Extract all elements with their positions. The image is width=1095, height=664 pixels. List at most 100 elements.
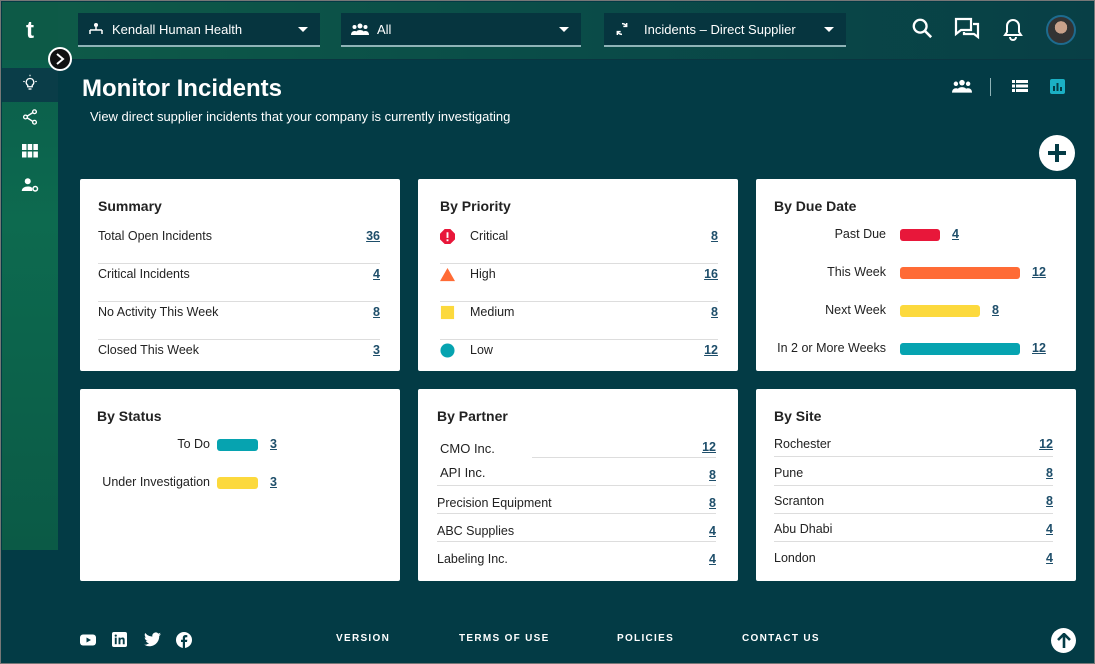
- row-label: ABC Supplies: [437, 524, 515, 538]
- list-item: Closed This Week 3: [98, 340, 380, 360]
- footer-link-version[interactable]: VERSION: [336, 633, 390, 644]
- row-value-link[interactable]: 4: [373, 264, 380, 284]
- bar-value-link[interactable]: 12: [1032, 262, 1046, 282]
- bar-label: Past Due: [834, 227, 886, 241]
- list-item: Low 12: [440, 340, 718, 360]
- chart-view-icon[interactable]: [1050, 79, 1065, 94]
- team-view-icon[interactable]: [952, 79, 972, 93]
- list-view-icon[interactable]: [1012, 79, 1028, 93]
- footer-link-contact[interactable]: CONTACT US: [742, 633, 820, 644]
- row-label: Scranton: [774, 494, 825, 508]
- bar-label: To Do: [177, 437, 210, 451]
- row-value-link[interactable]: 8: [711, 226, 718, 246]
- row-value-link[interactable]: 4: [709, 549, 716, 569]
- list-item: Total Open Incidents 36: [98, 226, 380, 264]
- row-label: Critical: [470, 229, 509, 243]
- bar: [900, 267, 1020, 279]
- row-label: London: [774, 551, 816, 565]
- bar-label: Under Investigation: [102, 475, 210, 489]
- site-card: By Site Rochester 12 Pune 8 Scranton 8 A…: [756, 389, 1076, 581]
- row-label: Medium: [470, 305, 515, 319]
- row-label: CMO Inc.: [440, 441, 495, 456]
- arrow-up-icon: [1056, 632, 1071, 648]
- row-label: High: [470, 267, 496, 281]
- chevron-down-icon: [298, 27, 308, 32]
- row-value-link[interactable]: 8: [709, 493, 716, 513]
- bar-row: This Week 12: [756, 262, 1076, 282]
- bar: [900, 229, 940, 241]
- row-value-link[interactable]: 8: [1046, 491, 1053, 511]
- search-icon[interactable]: [911, 17, 933, 39]
- row-value-link[interactable]: 4: [1046, 519, 1053, 539]
- divider: [437, 513, 716, 514]
- rail-item-grid[interactable]: [2, 136, 58, 170]
- bar-value-link[interactable]: 4: [952, 224, 959, 244]
- scroll-to-top-button[interactable]: [1051, 628, 1076, 653]
- company-select[interactable]: Kendall Human Health: [78, 13, 320, 47]
- low-circle-icon: [440, 343, 455, 358]
- linkedin-icon[interactable]: [112, 632, 127, 647]
- bar-row: In 2 or More Weeks 12: [756, 338, 1076, 358]
- youtube-icon[interactable]: [80, 632, 96, 648]
- row-value-link[interactable]: 8: [373, 302, 380, 322]
- row-value-link[interactable]: 36: [366, 226, 380, 246]
- row-label: API Inc.: [440, 465, 486, 480]
- collapse-rail-button[interactable]: [48, 47, 72, 71]
- bar-value-link[interactable]: 8: [992, 300, 999, 320]
- row-value-link[interactable]: 4: [709, 521, 716, 541]
- view-separator: [990, 78, 991, 96]
- group-select-value: All: [377, 21, 392, 37]
- group-select[interactable]: All: [341, 13, 581, 47]
- bell-icon[interactable]: [1003, 17, 1023, 41]
- card-title: By Site: [774, 408, 822, 424]
- facebook-icon[interactable]: [176, 632, 192, 648]
- view-select[interactable]: Incidents – Direct Supplier: [604, 13, 846, 47]
- row-value-link[interactable]: 12: [1039, 434, 1053, 454]
- avatar[interactable]: [1046, 15, 1076, 45]
- bar-value-link[interactable]: 3: [270, 434, 277, 454]
- footer-link-terms[interactable]: TERMS OF USE: [459, 633, 550, 644]
- bar-value-link[interactable]: 12: [1032, 338, 1046, 358]
- partner-card: By Partner CMO Inc. 12 API Inc. 8 Precis…: [418, 389, 738, 581]
- row-value-link[interactable]: 4: [1046, 548, 1053, 568]
- twitter-icon[interactable]: [144, 632, 161, 647]
- row-label: Critical Incidents: [98, 267, 190, 281]
- row-value-link[interactable]: 8: [1046, 463, 1053, 483]
- bar-value-link[interactable]: 3: [270, 472, 277, 492]
- rail-item-incidents[interactable]: [2, 68, 58, 102]
- bar: [217, 477, 258, 489]
- view-select-value: Incidents – Direct Supplier: [644, 21, 796, 37]
- add-incident-button[interactable]: [1039, 135, 1075, 171]
- row-label: Low: [470, 343, 493, 357]
- bar-label: In 2 or More Weeks: [777, 341, 886, 355]
- row-label: No Activity This Week: [98, 305, 219, 319]
- bar-label: This Week: [827, 265, 886, 279]
- row-value-link[interactable]: 12: [702, 437, 716, 457]
- bar-row: To Do 3: [80, 434, 400, 454]
- bar-row: Past Due 4: [756, 224, 1076, 244]
- rail-item-user-settings[interactable]: [2, 170, 58, 204]
- grid-icon: [22, 143, 38, 163]
- divider: [437, 485, 716, 486]
- row-label: Abu Dhabi: [774, 522, 833, 536]
- row-label: Pune: [774, 466, 804, 480]
- critical-octagon-icon: [440, 229, 455, 244]
- row-value-link[interactable]: 8: [709, 465, 716, 485]
- row-value-link[interactable]: 3: [373, 340, 380, 360]
- list-item: High 16: [440, 264, 718, 302]
- row-value-link[interactable]: 16: [704, 264, 718, 284]
- row-label: Total Open Incidents: [98, 229, 212, 243]
- card-title: By Priority: [440, 198, 511, 214]
- chevron-down-icon: [559, 27, 569, 32]
- rail-item-share[interactable]: [2, 102, 58, 136]
- card-title: By Partner: [437, 408, 508, 424]
- summary-card: Summary Total Open Incidents 36 Critical…: [80, 179, 400, 371]
- bar: [217, 439, 258, 451]
- bar: [900, 305, 980, 317]
- chat-icon[interactable]: [954, 17, 980, 41]
- row-value-link[interactable]: 8: [711, 302, 718, 322]
- row-label: Rochester: [774, 437, 831, 451]
- hierarchy-icon: [88, 22, 104, 36]
- footer-link-policies[interactable]: POLICIES: [617, 633, 674, 644]
- row-value-link[interactable]: 12: [704, 340, 718, 360]
